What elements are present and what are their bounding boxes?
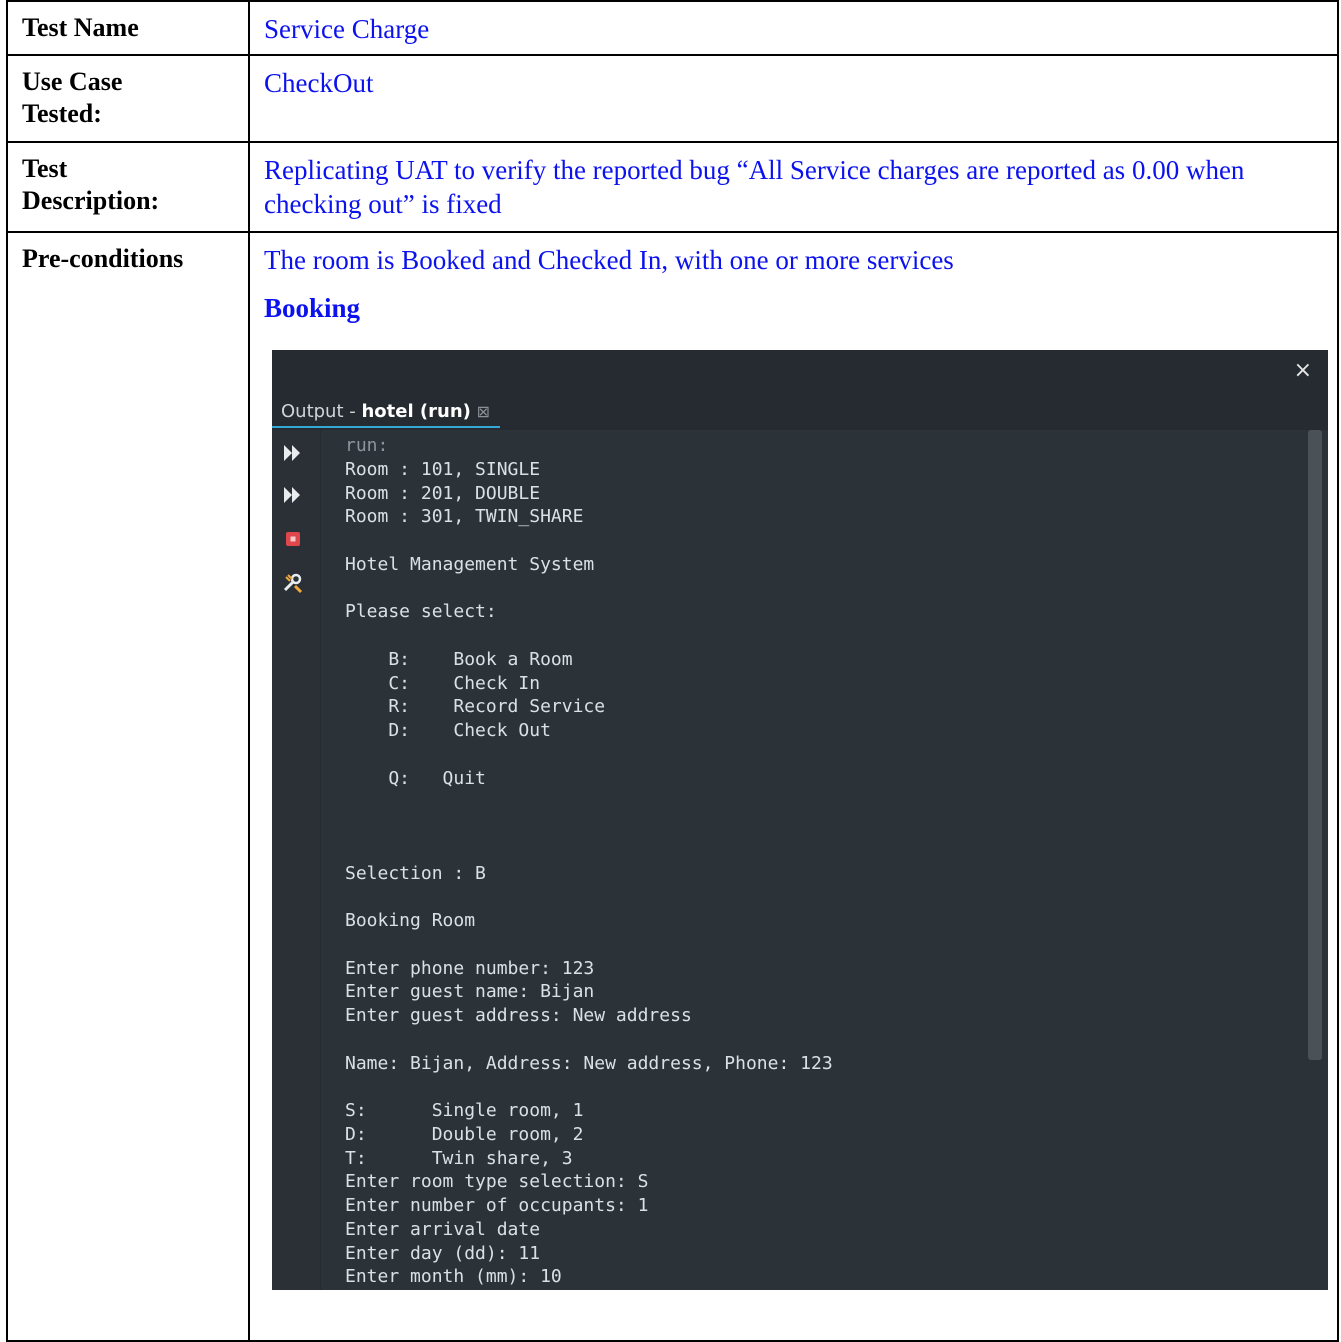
ide-output-window-screenshot: × Output - hotel (run) ⊠ run: Room : 101,… — [272, 350, 1328, 1290]
value-cell: Replicating UAT to verify the reported b… — [248, 141, 1339, 233]
row-test-name: Test Name Service Charge — [6, 0, 1339, 56]
close-icon[interactable]: × — [1294, 358, 1312, 383]
label-cell: Test Name — [6, 0, 250, 56]
use-case-label: Use Case Tested: — [22, 67, 123, 128]
label-cell: Test Description: — [6, 141, 250, 233]
window-titlebar: × — [272, 350, 1328, 396]
vertical-scrollbar[interactable] — [1308, 430, 1322, 1290]
console-text: run: Room : 101, SINGLE Room : 201, DOUB… — [345, 434, 833, 1290]
tab-name: hotel (run) — [361, 401, 471, 422]
value-cell: CheckOut — [248, 54, 1339, 143]
tab-prefix: Output - — [281, 401, 362, 422]
console-run-line: run: — [345, 435, 389, 456]
stop-icon[interactable] — [280, 526, 306, 552]
pre-conditions-label: Pre-conditions — [22, 244, 184, 273]
console-output[interactable]: run: Room : 101, SINGLE Room : 201, DOUB… — [320, 430, 1302, 1290]
row-test-description: Test Description: Replicating UAT to ver… — [6, 141, 1339, 233]
row-use-case: Use Case Tested: CheckOut — [6, 54, 1339, 143]
settings-icon[interactable] — [280, 570, 306, 596]
console-body: Room : 101, SINGLE Room : 201, DOUBLE Ro… — [345, 458, 833, 1288]
tab-bar: Output - hotel (run) ⊠ — [272, 396, 1328, 430]
rerun-with-options-icon[interactable] — [280, 482, 306, 508]
rerun-icon[interactable] — [280, 440, 306, 466]
value-cell: Service Charge — [248, 0, 1339, 56]
booking-heading: Booking — [264, 293, 361, 323]
test-name-value: Service Charge — [264, 14, 430, 44]
tab-close-icon[interactable]: ⊠ — [477, 396, 490, 428]
pre-conditions-value: The room is Booked and Checked In, with … — [264, 245, 954, 275]
test-description-label: Test Description: — [22, 154, 160, 215]
use-case-value: CheckOut — [264, 68, 374, 98]
label-cell: Use Case Tested: — [6, 54, 250, 143]
test-name-label: Test Name — [22, 13, 139, 42]
test-description-value: Replicating UAT to verify the reported b… — [264, 155, 1245, 219]
output-toolbar — [272, 430, 320, 1290]
scrollbar-thumb[interactable] — [1308, 430, 1322, 1060]
label-cell: Pre-conditions — [6, 231, 250, 1342]
tab-output-hotel-run[interactable]: Output - hotel (run) ⊠ — [272, 396, 500, 428]
